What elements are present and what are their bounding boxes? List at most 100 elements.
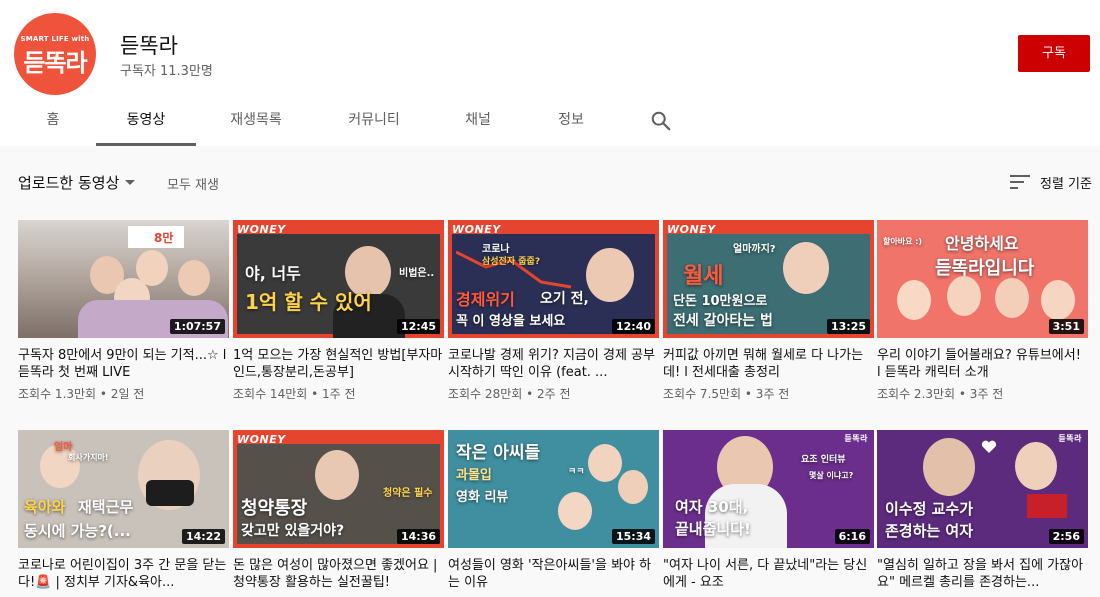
video-thumbnail[interactable]: 듣똑라 이수정 교수가 존경하는 여자 2:56 bbox=[877, 430, 1088, 548]
video-thumbnail[interactable]: 엄마 회사가지마! 육아와 재택근무 동시에 가능?(... 14:22 bbox=[18, 430, 229, 548]
thumbnail-text: 꼭 이 영상을 보세요 bbox=[456, 314, 566, 329]
tab-community[interactable]: 커뮤니티 bbox=[334, 98, 414, 146]
thumbnail-text: 안녕하세요 bbox=[945, 234, 1019, 253]
video-card[interactable]: WONEY 얼마까지? 월세 단돈 10만원으로 전세 갈아타는 법 13:25… bbox=[663, 220, 874, 402]
thumbnail-text: 8만 bbox=[154, 231, 174, 245]
video-title[interactable]: 돈 많은 여성이 많아졌으면 좋겠어요 | 청약통장 활용하는 실전꿀팁! bbox=[233, 557, 444, 591]
subscribe-button[interactable]: 구독 bbox=[1018, 35, 1090, 72]
video-card[interactable]: 작은 아씨들 과몰입 영화 리뷰 ㅋㅋ 15:34 여성들이 영화 '작은아씨들… bbox=[448, 430, 659, 591]
thumbnail-text: 단돈 10만원으로 bbox=[673, 294, 768, 309]
video-thumbnail[interactable]: WONEY 코로나 삼성전자 줍줍? 경제위기 오기 전, 꼭 이 영상을 보세… bbox=[448, 220, 659, 338]
video-card[interactable]: WONEY 청약은 필수 청약통장 갖고만 있을거야? 14:36 돈 많은 여… bbox=[233, 430, 444, 591]
search-icon[interactable] bbox=[650, 110, 672, 132]
tab-channels[interactable]: 채널 bbox=[455, 98, 501, 146]
chart-arrow-icon bbox=[456, 250, 572, 289]
channel-tabs: 홈 동영상 재생목록 커뮤니티 채널 정보 bbox=[0, 98, 1100, 146]
video-duration: 13:25 bbox=[826, 319, 870, 334]
brand-label: WONEY bbox=[237, 223, 286, 236]
thumbnail-text: 경제위기 bbox=[456, 290, 515, 309]
video-title[interactable]: "여자 나이 서른, 다 끝났네"라는 당신에게 - 요조 bbox=[663, 557, 874, 591]
video-thumbnail[interactable]: 할아바요 :) 안녕하세요 듣똑라입니다 3:51 bbox=[877, 220, 1088, 338]
uploads-dropdown[interactable]: 업로드한 동영상 bbox=[18, 172, 119, 193]
video-meta: 조회수 7.5만회 • 3주 전 bbox=[663, 387, 790, 401]
avatar-tagline: SMART LIFE with bbox=[20, 35, 90, 43]
heart-icon bbox=[981, 440, 997, 453]
video-duration: 12:40 bbox=[611, 319, 655, 334]
video-card[interactable]: 듣똑라 이수정 교수가 존경하는 여자 2:56 "열심히 일하고 장을 봐서 … bbox=[877, 430, 1088, 591]
video-thumbnail[interactable]: 작은 아씨들 과몰입 영화 리뷰 ㅋㅋ 15:34 bbox=[448, 430, 659, 548]
sort-icon[interactable] bbox=[1010, 174, 1030, 190]
thumbnail-text: 회사가지마! bbox=[68, 453, 109, 462]
video-thumbnail[interactable]: WONEY 야, 너두 1억 할 수 있어 비법은.. 12:45 bbox=[233, 220, 444, 338]
chevron-down-icon[interactable] bbox=[125, 180, 135, 185]
thumbnail-text: 과몰입 bbox=[456, 468, 492, 483]
thumbnail-text: 여자 30대, bbox=[675, 498, 749, 516]
tab-videos[interactable]: 동영상 bbox=[96, 98, 196, 146]
thumbnail-text: 존경하는 여자 bbox=[885, 522, 974, 540]
video-thumbnail[interactable]: WONEY 청약은 필수 청약통장 갖고만 있을거야? 14:36 bbox=[233, 430, 444, 548]
channel-name: 듣똑라 bbox=[120, 34, 178, 58]
thumbnail-text: 끝내줍니다! bbox=[675, 520, 751, 538]
video-title[interactable]: 구독자 8만에서 9만이 되는 기적...☆ l 듣똑라 첫 번째 LIVE bbox=[18, 347, 229, 381]
video-thumbnail[interactable]: 8만 1:07:57 bbox=[18, 220, 229, 338]
video-thumbnail[interactable]: WONEY 얼마까지? 월세 단돈 10만원으로 전세 갈아타는 법 13:25 bbox=[663, 220, 874, 338]
brand-label: 듣똑라 bbox=[1058, 434, 1082, 443]
thumbnail-text: 엄마 bbox=[54, 442, 73, 453]
thumbnail-text: 삼성전자 줍줍? bbox=[482, 257, 541, 267]
video-duration: 2:56 bbox=[1048, 529, 1084, 544]
thumbnail-text: 요조 인터뷰 bbox=[801, 455, 846, 465]
video-meta: 조회수 28만회 • 2주 전 bbox=[448, 387, 571, 401]
video-duration: 3:51 bbox=[1048, 319, 1084, 334]
sort-button[interactable]: 정렬 기준 bbox=[1040, 173, 1092, 192]
video-duration: 15:34 bbox=[611, 529, 655, 544]
video-title[interactable]: 여성들이 영화 '작은아씨들'을 봐야 하는 이유 bbox=[448, 557, 659, 591]
thumbnail-text: 이수정 교수가 bbox=[885, 500, 974, 518]
video-title[interactable]: "열심히 일하고 장을 봐서 집에 가잖아요" 메르켈 총리를 존경하는... bbox=[877, 557, 1088, 591]
video-meta: 조회수 2.3만회 • 3주 전 bbox=[877, 387, 1004, 401]
thumbnail-text: 동시에 가능?(... bbox=[24, 522, 131, 540]
thumbnail-text: 듣똑라입니다 bbox=[935, 258, 1035, 279]
thumbnail-text: 얼마까지? bbox=[733, 244, 776, 255]
thumbnail-text: 재택근무 bbox=[78, 498, 134, 516]
video-card[interactable]: 할아바요 :) 안녕하세요 듣똑라입니다 3:51 우리 이야기 들어볼래요? … bbox=[877, 220, 1088, 402]
thumbnail-text: 오기 전, bbox=[540, 291, 589, 307]
thumbnail-text: 청약통장 bbox=[241, 498, 308, 519]
video-card[interactable]: WONEY 야, 너두 1억 할 수 있어 비법은.. 12:45 1억 모으는… bbox=[233, 220, 444, 402]
video-title[interactable]: 코로나발 경제 위기? 지금이 경제 공부 시작하기 딱인 이유 (feat. … bbox=[448, 347, 659, 381]
video-duration: 12:45 bbox=[396, 319, 440, 334]
thumbnail-text: 월세 bbox=[683, 264, 724, 289]
channel-avatar[interactable]: SMART LIFE with 듣똑라 bbox=[14, 13, 96, 95]
thumbnail-text: 청약은 필수 bbox=[383, 488, 433, 499]
tab-home[interactable]: 홈 bbox=[30, 98, 76, 146]
brand-label: 듣똑라 bbox=[844, 434, 868, 443]
video-duration: 14:36 bbox=[396, 529, 440, 544]
thumbnail-text: 할아바요 :) bbox=[883, 237, 923, 246]
thumbnail-text: 코로나 bbox=[482, 244, 510, 255]
video-duration: 1:07:57 bbox=[169, 319, 225, 334]
video-card[interactable]: 듣똑라 요조 인터뷰 몇살 이냐고? 여자 30대, 끝내줍니다! 6:16 "… bbox=[663, 430, 874, 591]
video-title[interactable]: 코로나로 어린이집이 3주 간 문을 닫는다!🚨 | 정치부 기자&육아... bbox=[18, 557, 229, 591]
video-title[interactable]: 1억 모으는 가장 현실적인 방법[부자마인드,통장분리,돈공부] bbox=[233, 347, 444, 381]
thumbnail-text: ㅋㅋ bbox=[568, 467, 585, 477]
video-title[interactable]: 커피값 아끼면 뭐해 월세로 다 나가는데! l 전세대출 총정리 bbox=[663, 347, 874, 381]
video-card[interactable]: 8만 1:07:57 구독자 8만에서 9만이 되는 기적...☆ l 듣똑라 … bbox=[18, 220, 229, 402]
thumbnail-text: 전세 갈아타는 법 bbox=[673, 313, 773, 329]
thumbnail-text: 영화 리뷰 bbox=[456, 490, 509, 505]
video-title[interactable]: 우리 이야기 들어볼래요? 유튜브에서! l 듣똑라 캐릭터 소개 bbox=[877, 347, 1088, 381]
channel-header: SMART LIFE with 듣똑라 듣똑라 구독자 11.3만명 구독 홈 … bbox=[0, 0, 1100, 146]
brand-label: WONEY bbox=[237, 433, 286, 446]
thumbnail-text: 작은 아씨들 bbox=[456, 443, 541, 463]
tab-about[interactable]: 정보 bbox=[548, 98, 594, 146]
video-card[interactable]: WONEY 코로나 삼성전자 줍줍? 경제위기 오기 전, 꼭 이 영상을 보세… bbox=[448, 220, 659, 402]
thumbnail-text: 육아와 bbox=[24, 498, 66, 516]
video-card[interactable]: 엄마 회사가지마! 육아와 재택근무 동시에 가능?(... 14:22 코로나… bbox=[18, 430, 229, 591]
subscriber-count: 구독자 11.3만명 bbox=[120, 64, 213, 79]
brand-label: WONEY bbox=[452, 223, 501, 236]
video-thumbnail[interactable]: 듣똑라 요조 인터뷰 몇살 이냐고? 여자 30대, 끝내줍니다! 6:16 bbox=[663, 430, 874, 548]
play-all-button[interactable]: 모두 재생 bbox=[167, 174, 219, 193]
video-duration: 6:16 bbox=[834, 529, 870, 544]
brand-label: WONEY bbox=[667, 223, 716, 236]
video-meta: 조회수 14만회 • 1주 전 bbox=[233, 387, 356, 401]
avatar-logo-text: 듣똑라 bbox=[23, 49, 87, 77]
tab-playlists[interactable]: 재생목록 bbox=[216, 98, 296, 146]
